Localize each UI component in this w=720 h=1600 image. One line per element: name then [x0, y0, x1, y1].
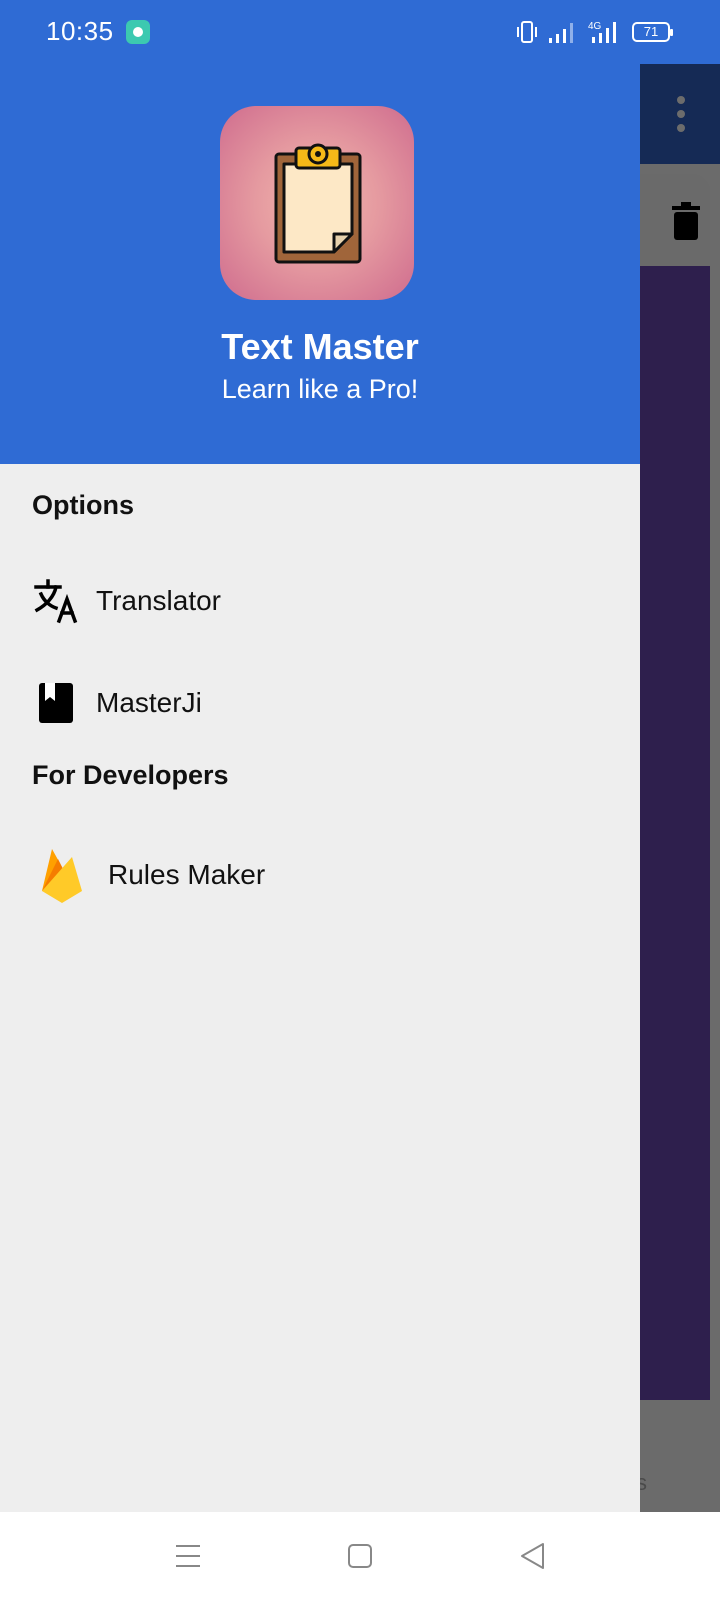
firebase-icon [38, 845, 86, 905]
status-time: 10:35 [46, 16, 114, 46]
svg-text:4G: 4G [588, 21, 602, 32]
translate-icon [32, 577, 80, 625]
navigation-drawer: Text Master Learn like a Pro! Options Tr… [0, 0, 640, 1512]
more-vert-icon [676, 96, 686, 132]
status-icons: 4G 71 [516, 18, 673, 46]
home-icon[interactable] [342, 1538, 378, 1574]
signal-icon [549, 23, 573, 43]
app-title: Text Master [221, 326, 419, 367]
menu-item-label: MasterJi [96, 687, 202, 718]
signal-4g-icon: 4G [588, 21, 616, 43]
clipboard-icon [274, 143, 362, 264]
battery-icon: 71 [632, 22, 673, 42]
menu-icon[interactable] [170, 1538, 206, 1574]
menu-item-translator[interactable]: Translator [0, 556, 640, 646]
book-icon [32, 679, 80, 727]
app-logo [220, 106, 414, 300]
menu-item-label: Rules Maker [108, 859, 266, 890]
delete-icon [672, 202, 700, 240]
menu-item-label: Translator [96, 585, 222, 616]
menu-item-masterji[interactable]: MasterJi [0, 658, 640, 748]
back-icon[interactable] [514, 1538, 550, 1574]
vibrate-icon [517, 21, 537, 43]
notification-app-icon [126, 20, 150, 44]
section-title-for-developers: For Developers [32, 760, 229, 790]
section-title-options: Options [32, 490, 134, 520]
drawer-header: Text Master Learn like a Pro! [0, 64, 640, 464]
menu-item-rules-maker[interactable]: Rules Maker [0, 830, 640, 920]
system-nav-bar [0, 1512, 720, 1600]
status-bar: 10:35 4G 71 [0, 0, 720, 64]
app-tagline: Learn like a Pro! [221, 374, 419, 404]
